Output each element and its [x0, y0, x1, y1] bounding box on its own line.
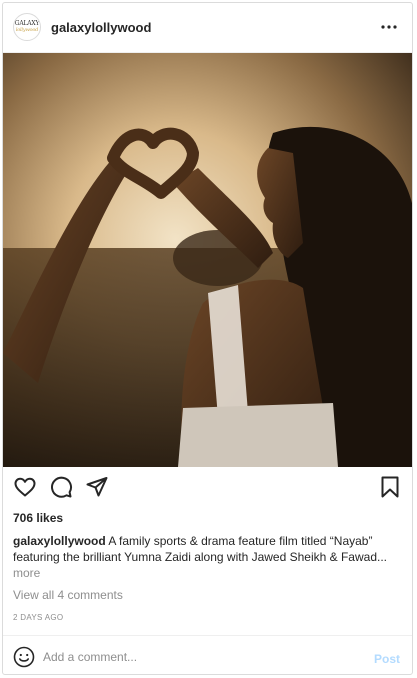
avatar-logo: GALAXY lollywood: [14, 20, 40, 34]
comment-bar: Post: [3, 635, 412, 674]
emoji-button[interactable]: [13, 646, 35, 668]
more-options-icon: [381, 25, 397, 29]
post-image[interactable]: [3, 53, 412, 467]
like-button[interactable]: [13, 475, 37, 499]
emoji-icon: [13, 646, 35, 668]
save-button[interactable]: [378, 475, 402, 499]
more-options-button[interactable]: [378, 16, 400, 38]
likes-count[interactable]: 706 likes: [13, 511, 63, 525]
username[interactable]: galaxylollywood: [51, 20, 151, 35]
view-comments-link[interactable]: View all 4 comments: [13, 588, 123, 602]
bookmark-icon: [381, 476, 399, 498]
comment-input[interactable]: [43, 646, 363, 668]
caption: galaxylollywood A family sports & drama …: [13, 533, 405, 581]
post-photo-graphic: [3, 53, 412, 467]
comment-icon: [51, 476, 73, 498]
share-button[interactable]: [85, 475, 109, 499]
share-icon: [86, 477, 108, 497]
post-comment-button[interactable]: Post: [374, 652, 400, 666]
post-card: GALAXY lollywood galaxylollywood 706 lik…: [2, 2, 413, 675]
post-header: GALAXY lollywood galaxylollywood: [3, 3, 412, 53]
comment-button[interactable]: [49, 475, 73, 499]
caption-ellipsis: ...: [377, 550, 388, 564]
action-bar: [3, 473, 412, 503]
post-timestamp: 2 DAYS AGO: [13, 613, 64, 622]
heart-icon: [14, 477, 36, 497]
caption-more-link[interactable]: more: [13, 566, 40, 580]
caption-username[interactable]: galaxylollywood: [13, 534, 106, 548]
avatar[interactable]: GALAXY lollywood: [13, 13, 41, 41]
